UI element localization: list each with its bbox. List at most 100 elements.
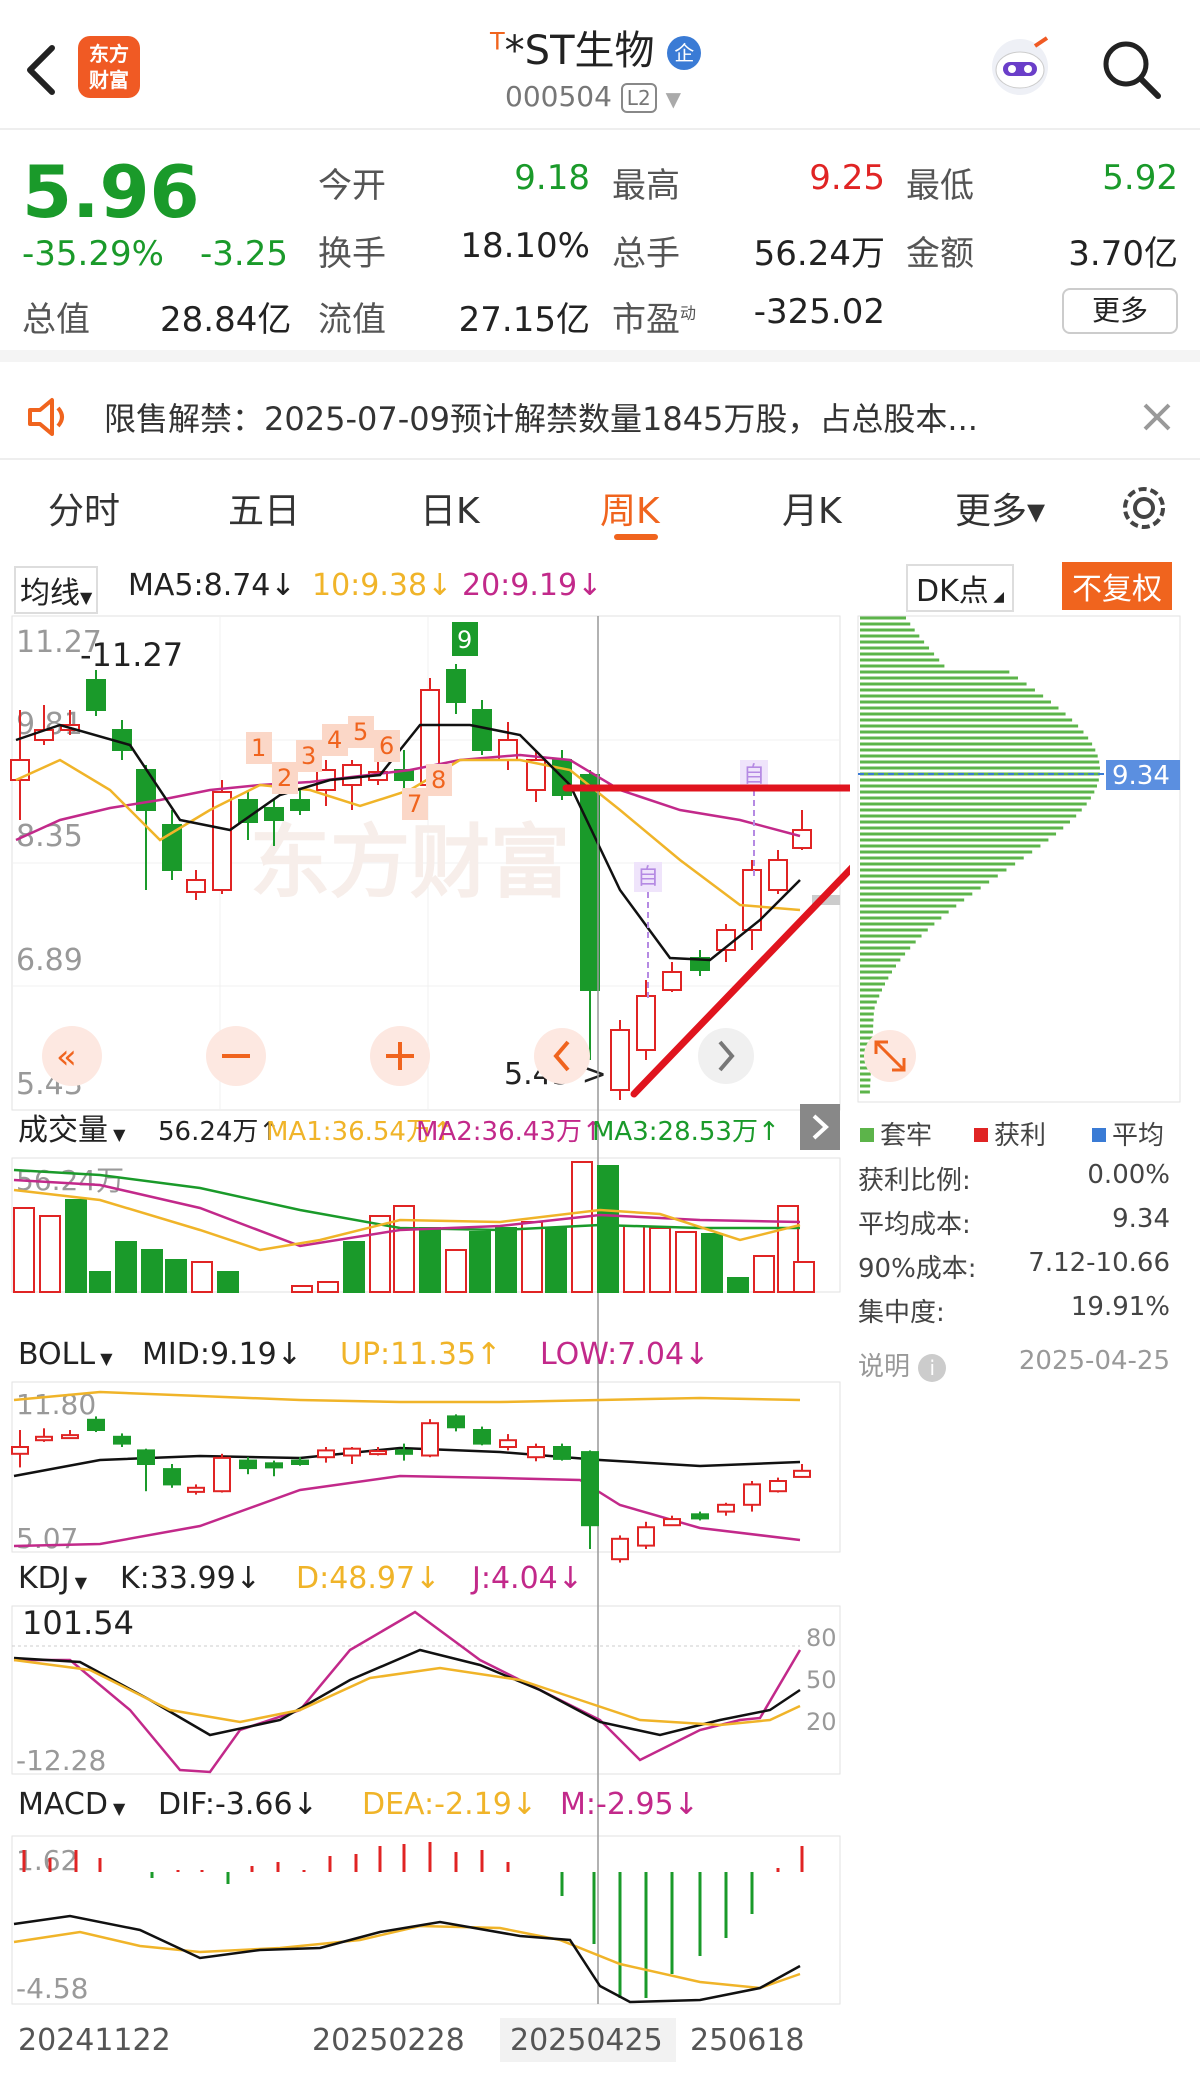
level-badge: L2 [620,83,657,113]
macd-dea-line [13,1924,801,1990]
next-candle-button[interactable] [698,1028,754,1084]
high-annotation: -11.27 [80,636,183,674]
volume-bar [343,1241,365,1293]
tab-rik[interactable]: 日K [420,482,480,534]
stock-name: *ST生物 [504,28,655,74]
kdj-selector[interactable]: KDJ ▼ [18,1561,88,1596]
chip-expand-button[interactable] [864,1030,916,1082]
title-prefix: T [490,27,505,56]
boll-selector[interactable]: BOLL ▼ [18,1337,113,1372]
boll-candle-body [447,1415,465,1429]
boll-candle-body [87,1418,105,1431]
open-label: 今开 [318,166,386,206]
svg-text:7: 7 [407,790,422,818]
tab-yuek[interactable]: 月K [782,482,842,534]
boll-candle-body [421,1422,439,1457]
svg-text:2: 2 [277,764,292,792]
pe-value: -325.02 [753,292,885,332]
candle-body [636,995,656,1051]
volume-label: 总手 [612,234,680,274]
ma-bar: 均线▼ MA5:8.74↓ 10:9.38↓ 20:9.19↓ DK点 ◢ 不复… [0,560,1200,614]
svg-text:5: 5 [353,718,368,746]
last-price: 5.96 [22,150,200,234]
change-pct: -35.29% [22,234,164,274]
boll-candle-body [137,1449,155,1466]
high-value: 9.25 [809,158,885,198]
dk-button[interactable]: DK点 ◢ [906,564,1014,612]
kline-chart-area[interactable]: 东方财富 11.27 9.81 8.35 6.89 5.43 -11.27 5.… [0,610,850,2074]
notice-bar[interactable]: 限售解禁：2025-07-09预计解禁数量1845万股，占总股本... [0,374,1200,460]
kdj-d-line [13,1658,801,1727]
tab-active-indicator [614,534,658,540]
tab-fenshi[interactable]: 分时 [48,482,120,534]
fuquan-button[interactable]: 不复权 [1062,562,1172,610]
app-logo: 东方 财富 [78,36,140,98]
low-value: 5.92 [1102,158,1178,198]
back-icon[interactable] [22,40,62,100]
boll-mid: MID:9.19↓ [142,1337,302,1372]
boll-candle-body [395,1449,413,1455]
boll-low-line [13,1474,801,1548]
svg-text:6: 6 [379,732,394,760]
boll-panel [11,1381,841,1553]
kdj-level-50: 50 [806,1666,837,1694]
close-icon[interactable] [1142,402,1172,432]
x-date-1: 20241122 [18,2023,171,2058]
turnover-value: 18.10% [460,226,590,266]
high-label: 最高 [612,166,680,206]
expand-panel-button[interactable] [800,1104,840,1150]
tab-more[interactable]: 更多▾ [955,482,1045,534]
stat-row: 集中度: 19.91% [858,1292,1170,1328]
gear-icon[interactable] [1118,482,1170,534]
x-date-2: 20250228 [312,2023,465,2058]
td-markers: 1 2 3 4 5 6 7 8 9 [246,622,478,820]
robot-avatar-icon[interactable] [985,32,1055,102]
candle-body [792,829,812,849]
stat-row: 平均成本: 9.34 [858,1204,1170,1240]
boll-candle-body [611,1537,629,1561]
amount-label: 金额 [906,234,974,274]
macd-panel [11,1835,841,2005]
tab-zhouk[interactable]: 周K [600,482,660,534]
total-value: 28.84亿 [160,300,292,340]
x-date-3: 20250425 [510,2023,663,2058]
volume-value: 56.24万 [753,234,885,274]
macd-histogram [22,1842,804,1998]
candle-body [610,1029,630,1091]
turnover-label: 换手 [318,234,386,274]
volume-bar [521,1221,543,1293]
volume-bar [753,1255,775,1293]
volume-selector[interactable]: 成交量 ▼ [18,1113,126,1148]
svg-text:1: 1 [251,734,266,762]
macd-dea: DEA:-2.19↓ [362,1787,537,1822]
prev-candle-button[interactable] [534,1028,590,1084]
zoom-in-button[interactable] [370,1026,430,1086]
search-icon[interactable] [1100,38,1164,102]
boll-candle-body [793,1469,811,1478]
more-button[interactable]: 更多 [1062,288,1178,334]
kdj-panel [11,1605,841,1775]
boll-candle-body [213,1456,231,1493]
zoom-out-button[interactable] [206,1026,266,1086]
low-label: 最低 [906,166,974,206]
tab-wuri[interactable]: 五日 [228,482,300,534]
volume-bar [445,1249,467,1293]
boll-candle-body [11,1446,29,1455]
macd-selector[interactable]: MACD ▼ [18,1787,126,1822]
quote-panel: 5.96 -35.29% -3.25 总值 28.84亿 今开 9.18 换手 … [0,132,1200,362]
explain-link[interactable]: 说明 i [858,1346,947,1383]
scroll-left-button[interactable]: « [42,1026,102,1086]
boll-lines [13,1390,801,1548]
stock-code: 000504 [505,80,612,113]
boll-candle-body [473,1429,491,1445]
boll-candle-body [637,1526,655,1547]
stock-code-row[interactable]: 000504 L2 ▼ [505,80,681,113]
kdj-level-80: 80 [806,1624,837,1652]
ma10-value: 10:9.38↓ [312,568,453,603]
chevron-down-icon: ▼ [665,87,681,111]
kdj-y-top: 101.54 [22,1604,134,1642]
ma-selector[interactable]: 均线▼ [14,566,99,614]
chip-stats: 获利比例: 0.00% 平均成本: 9.34 90%成本: 7.12-10.66 集中… [858,1160,1170,1383]
boll-candle-body [663,1518,681,1527]
boll-up-line [13,1390,801,1404]
